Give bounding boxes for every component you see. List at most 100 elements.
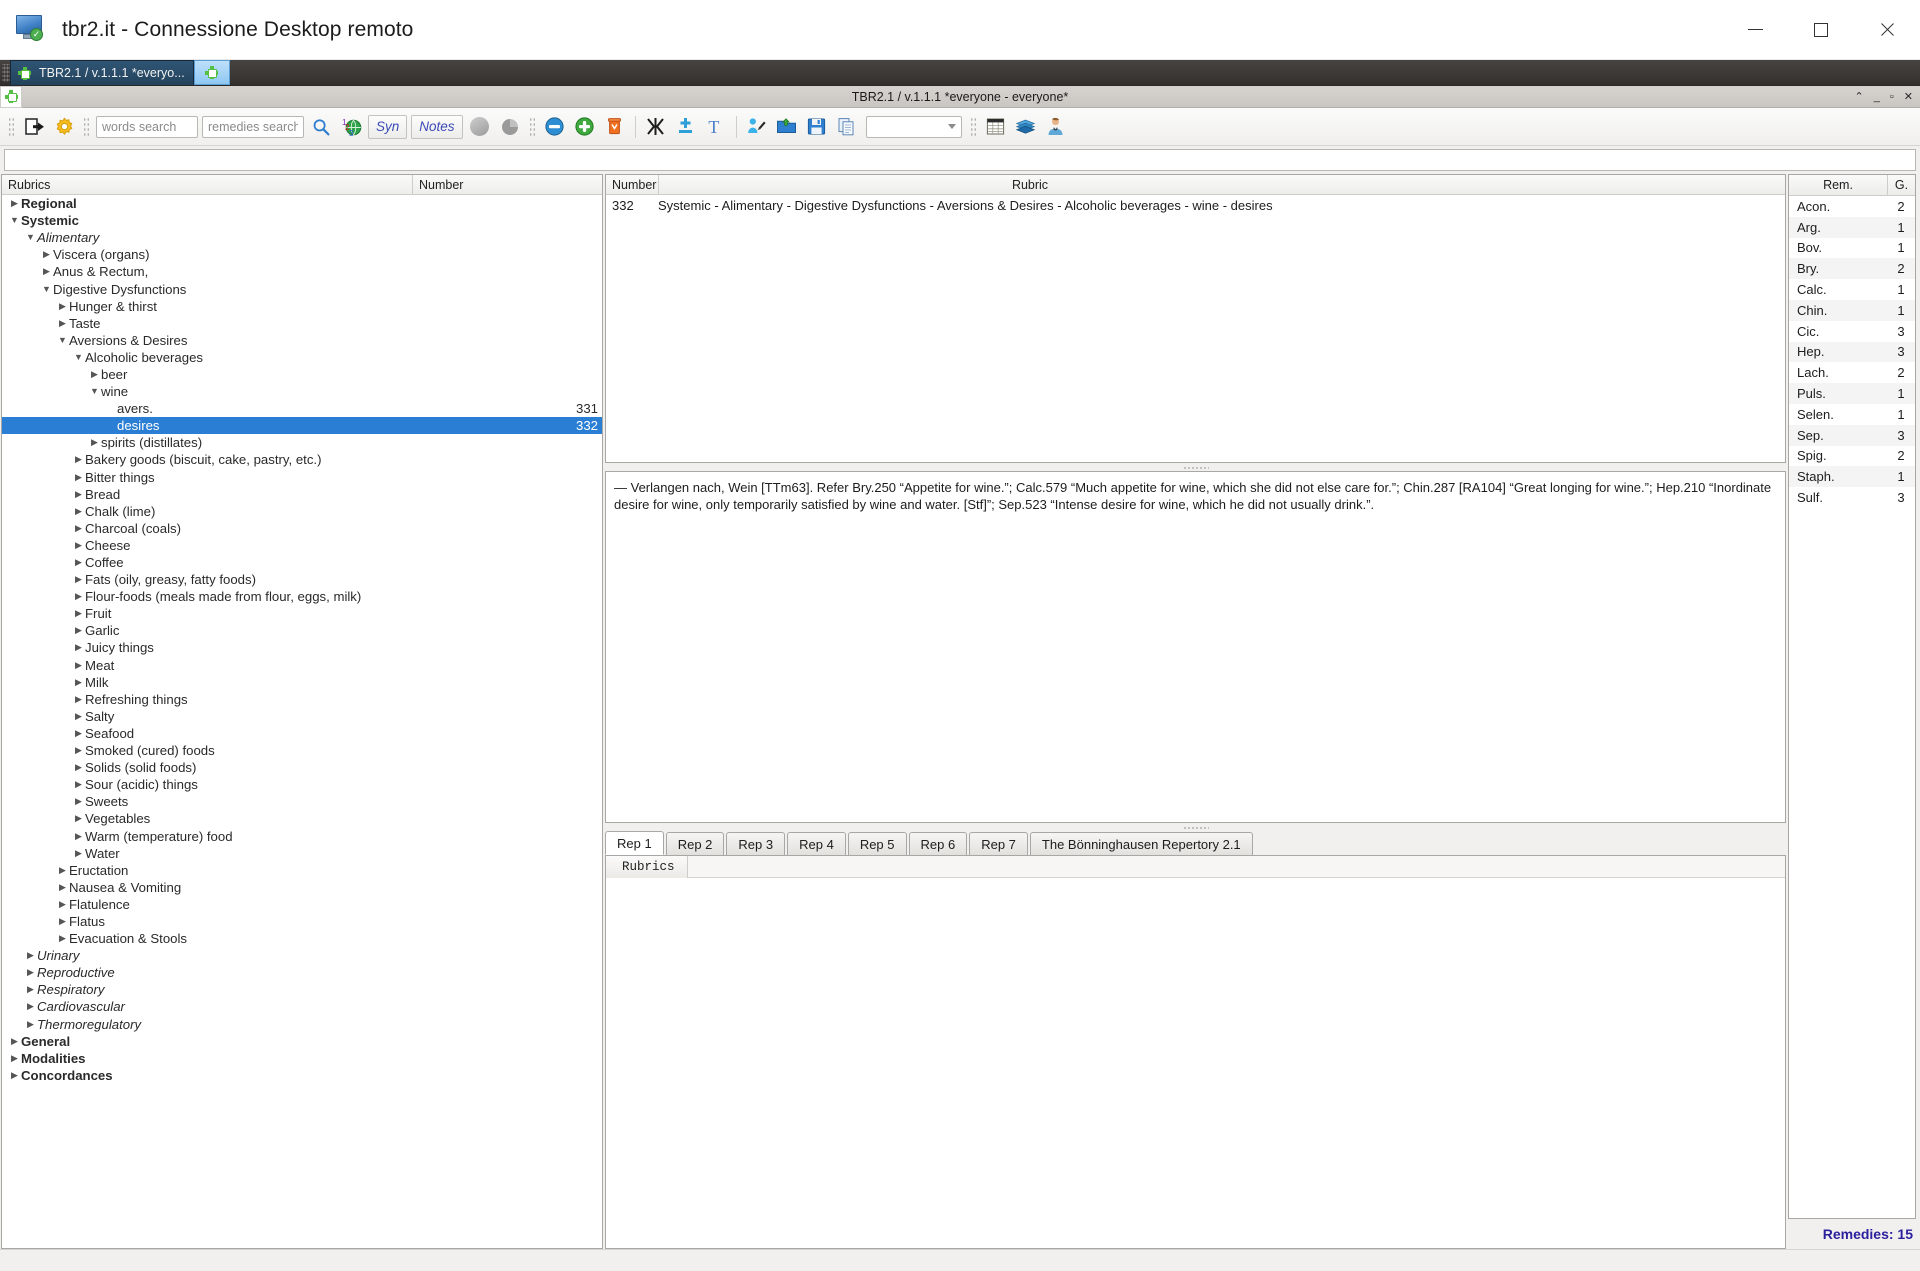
tree-item[interactable]: ▶Bitter things <box>2 469 602 486</box>
tree-item[interactable]: ▶Sweets <box>2 793 602 810</box>
chevron-right-icon[interactable]: ▶ <box>72 849 85 858</box>
tab-the-b-nninghausen-repertory-2-1[interactable]: The Bönninghausen Repertory 2.1 <box>1030 832 1253 855</box>
tree-item[interactable]: ▶Anus & Rectum, <box>2 263 602 280</box>
chevron-right-icon[interactable]: ▶ <box>72 643 85 652</box>
chevron-right-icon[interactable]: ▶ <box>56 900 69 909</box>
chevron-right-icon[interactable]: ▶ <box>72 712 85 721</box>
tree-item[interactable]: avers.331 <box>2 400 602 417</box>
toolbar-grip[interactable] <box>529 117 536 137</box>
chevron-right-icon[interactable]: ▶ <box>56 319 69 328</box>
chevron-right-icon[interactable]: ▶ <box>8 1037 21 1046</box>
chevron-right-icon[interactable]: ▶ <box>24 968 37 977</box>
tab-rep-3[interactable]: Rep 3 <box>726 832 785 855</box>
tab-rep-4[interactable]: Rep 4 <box>787 832 846 855</box>
rubric-rows[interactable]: 332Systemic - Alimentary - Digestive Dys… <box>606 195 1785 462</box>
tab-rep-6[interactable]: Rep 6 <box>909 832 968 855</box>
column-header-rubrics[interactable]: Rubrics <box>606 856 688 878</box>
remedy-row[interactable]: Spig.2 <box>1789 446 1915 467</box>
app-rollup-button[interactable]: ⌃ <box>1855 91 1864 103</box>
tree-item[interactable]: ▶Meat <box>2 657 602 674</box>
chevron-right-icon[interactable]: ▶ <box>24 951 37 960</box>
case-select[interactable] <box>866 116 962 138</box>
tree-item[interactable]: ▶Cheese <box>2 537 602 554</box>
tree-item[interactable]: ▶Juicy things <box>2 639 602 656</box>
search-magnifier-icon[interactable] <box>307 113 335 141</box>
column-header-number[interactable]: Number <box>606 175 658 195</box>
rdp-close-button[interactable] <box>1854 0 1920 60</box>
chevron-right-icon[interactable]: ▶ <box>72 763 85 772</box>
chevron-right-icon[interactable]: ▶ <box>72 473 85 482</box>
chevron-down-icon[interactable]: ▼ <box>56 336 69 345</box>
tree-item[interactable]: ▼Aversions & Desires <box>2 332 602 349</box>
chevron-down-icon[interactable]: ▼ <box>88 387 101 396</box>
toolbar-grip[interactable] <box>970 117 977 137</box>
tree-item[interactable]: ▶Modalities <box>2 1050 602 1067</box>
text-icon[interactable]: T <box>702 113 730 141</box>
chevron-right-icon[interactable]: ▶ <box>72 609 85 618</box>
rubric-row[interactable]: 332Systemic - Alimentary - Digestive Dys… <box>606 195 1785 215</box>
chevron-right-icon[interactable]: ▶ <box>56 934 69 943</box>
remedy-row[interactable]: Puls.1 <box>1789 383 1915 404</box>
tree-item[interactable]: ▼Alimentary <box>2 229 602 246</box>
toolbar-grip[interactable] <box>8 117 15 137</box>
remedy-row[interactable]: Bov.1 <box>1789 238 1915 259</box>
chevron-down-icon[interactable]: ▼ <box>24 233 37 242</box>
settings-gear-icon[interactable] <box>50 113 78 141</box>
chevron-down-icon[interactable]: ▼ <box>40 285 53 294</box>
horizontal-splitter[interactable] <box>605 463 1786 471</box>
grade-plusminus-icon[interactable] <box>672 113 700 141</box>
remedy-row[interactable]: Cic.3 <box>1789 321 1915 342</box>
chevron-right-icon[interactable]: ▶ <box>72 541 85 550</box>
tree-item[interactable]: ▶Fruit <box>2 605 602 622</box>
remedy-row[interactable]: Staph.1 <box>1789 466 1915 487</box>
tree-item[interactable]: ▶Salty <box>2 708 602 725</box>
column-header-number[interactable]: Number <box>412 175 602 195</box>
chevron-right-icon[interactable]: ▶ <box>8 199 21 208</box>
rdp-minimize-button[interactable] <box>1722 0 1788 60</box>
tree-item[interactable]: ▶Seafood <box>2 725 602 742</box>
chevron-right-icon[interactable]: ▶ <box>72 575 85 584</box>
tree-item[interactable]: ▶Flour-foods (meals made from flour, egg… <box>2 588 602 605</box>
chevron-right-icon[interactable]: ▶ <box>72 592 85 601</box>
tab-rep-1[interactable]: Rep 1 <box>605 831 664 855</box>
tree-item[interactable]: ▶Coffee <box>2 554 602 571</box>
tree-item[interactable]: ▶Taste <box>2 315 602 332</box>
chevron-right-icon[interactable]: ▶ <box>72 507 85 516</box>
tab-rep-5[interactable]: Rep 5 <box>848 832 907 855</box>
remedies-search-input[interactable] <box>202 116 304 138</box>
chevron-right-icon[interactable]: ▶ <box>24 1020 37 1029</box>
remedy-row[interactable]: Hep.3 <box>1789 342 1915 363</box>
tree-item[interactable]: ▶Eructation <box>2 862 602 879</box>
taskbar-active-window-button[interactable] <box>194 60 230 85</box>
chevron-right-icon[interactable]: ▶ <box>72 490 85 499</box>
tree-item[interactable]: ▶Evacuation & Stools <box>2 930 602 947</box>
column-header-grade[interactable]: G. <box>1887 175 1915 195</box>
chevron-right-icon[interactable]: ▶ <box>72 814 85 823</box>
tree-item[interactable]: ▼Alcoholic beverages <box>2 349 602 366</box>
tree-item[interactable]: ▶Bread <box>2 486 602 503</box>
add-green-icon[interactable] <box>571 113 599 141</box>
chevron-right-icon[interactable]: ▶ <box>72 626 85 635</box>
remedy-row[interactable]: Bry.2 <box>1789 258 1915 279</box>
tree-item[interactable]: ▶Urinary <box>2 947 602 964</box>
chevron-right-icon[interactable]: ▶ <box>72 729 85 738</box>
chevron-right-icon[interactable]: ▶ <box>24 985 37 994</box>
copy-icon[interactable] <box>833 113 861 141</box>
pie-chart-icon[interactable] <box>496 113 524 141</box>
chevron-right-icon[interactable]: ▶ <box>72 661 85 670</box>
books-icon[interactable] <box>1012 113 1040 141</box>
tree-item[interactable]: ▶Cardiovascular <box>2 998 602 1015</box>
grey-circle-icon[interactable] <box>466 113 494 141</box>
tree-item[interactable]: ▶Reproductive <box>2 964 602 981</box>
chevron-right-icon[interactable]: ▶ <box>88 370 101 379</box>
chevron-right-icon[interactable]: ▶ <box>72 678 85 687</box>
rubric-notes-pane[interactable]: — Verlangen nach, Wein [TTm63]. Refer Br… <box>605 471 1786 823</box>
chevron-right-icon[interactable]: ▶ <box>72 524 85 533</box>
tree-item[interactable]: ▶Viscera (organs) <box>2 246 602 263</box>
tree-item[interactable]: ▶Flatus <box>2 913 602 930</box>
save-icon[interactable] <box>803 113 831 141</box>
tree-item[interactable]: ▼Systemic <box>2 212 602 229</box>
tree-item[interactable]: ▶Respiratory <box>2 981 602 998</box>
tree-item[interactable]: ▶Vegetables <box>2 810 602 827</box>
remedy-row[interactable]: Selen.1 <box>1789 404 1915 425</box>
